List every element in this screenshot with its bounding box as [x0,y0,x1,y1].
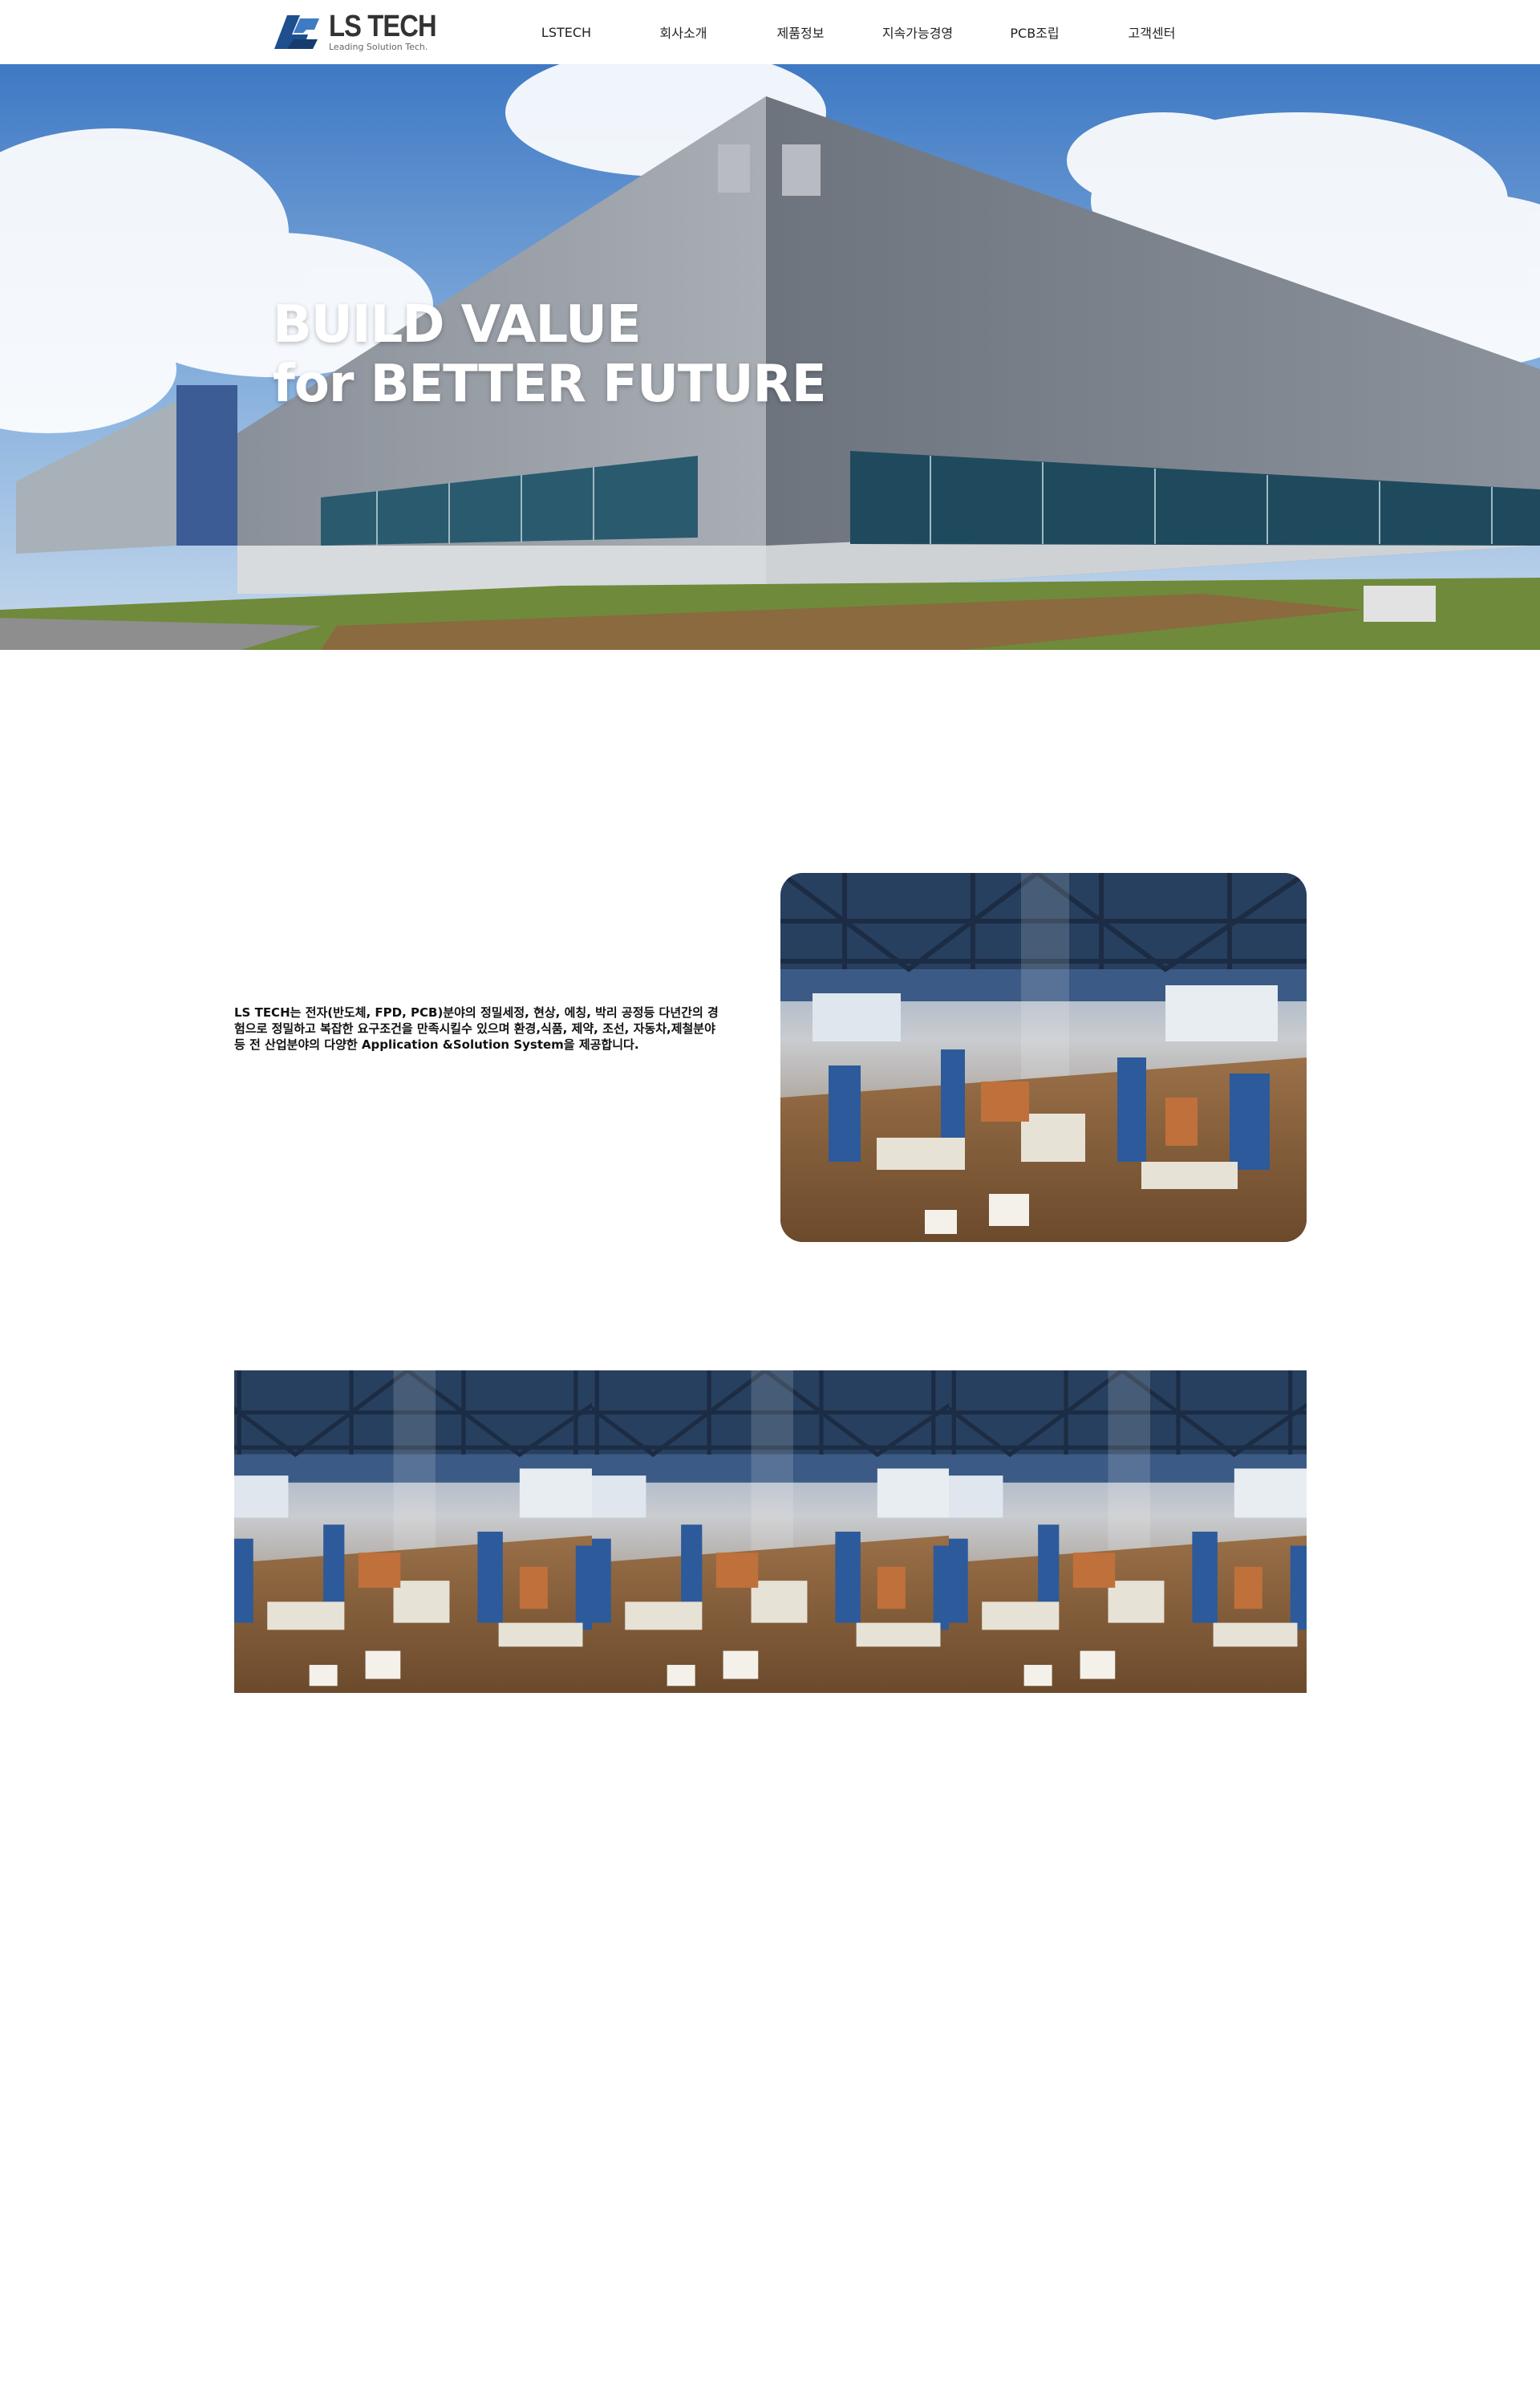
hero-banner: BUILD VALUE for BETTER FUTURE [0,64,1540,650]
factory-interior-image [780,873,1307,1242]
hero-title-line1: BUILD VALUE [273,295,642,355]
site-header: LS TECH Leading Solution Tech. LSTECH 회사… [0,0,1540,64]
brand-name: LS TECH [329,9,437,43]
nav-item-products[interactable]: 제품정보 [742,0,859,64]
gallery-image-1 [234,1370,592,1693]
gallery-image-2 [592,1370,950,1693]
nav-item-company[interactable]: 회사소개 [625,0,742,64]
ls-logo-icon [274,15,319,49]
nav-item-sustainability[interactable]: 지속가능경영 [859,0,976,64]
gallery-image-3 [949,1370,1307,1693]
main-nav: LSTECH 회사소개 제품정보 지속가능경영 PCB조립 고객센터 [508,0,1210,64]
nav-item-lstech[interactable]: LSTECH [508,0,625,64]
image-gallery [234,1370,1307,1693]
hero-title: BUILD VALUE for BETTER FUTURE [273,295,827,414]
hero-title-line2: for BETTER FUTURE [273,355,827,414]
intro-description: LS TECH는 전자(반도체, FPD, PCB)분야의 정밀세정, 현상, … [234,1005,719,1052]
nav-item-pcb[interactable]: PCB조립 [976,0,1093,64]
nav-item-support[interactable]: 고객센터 [1093,0,1210,64]
brand-logo[interactable]: LS TECH Leading Solution Tech. [271,10,454,53]
